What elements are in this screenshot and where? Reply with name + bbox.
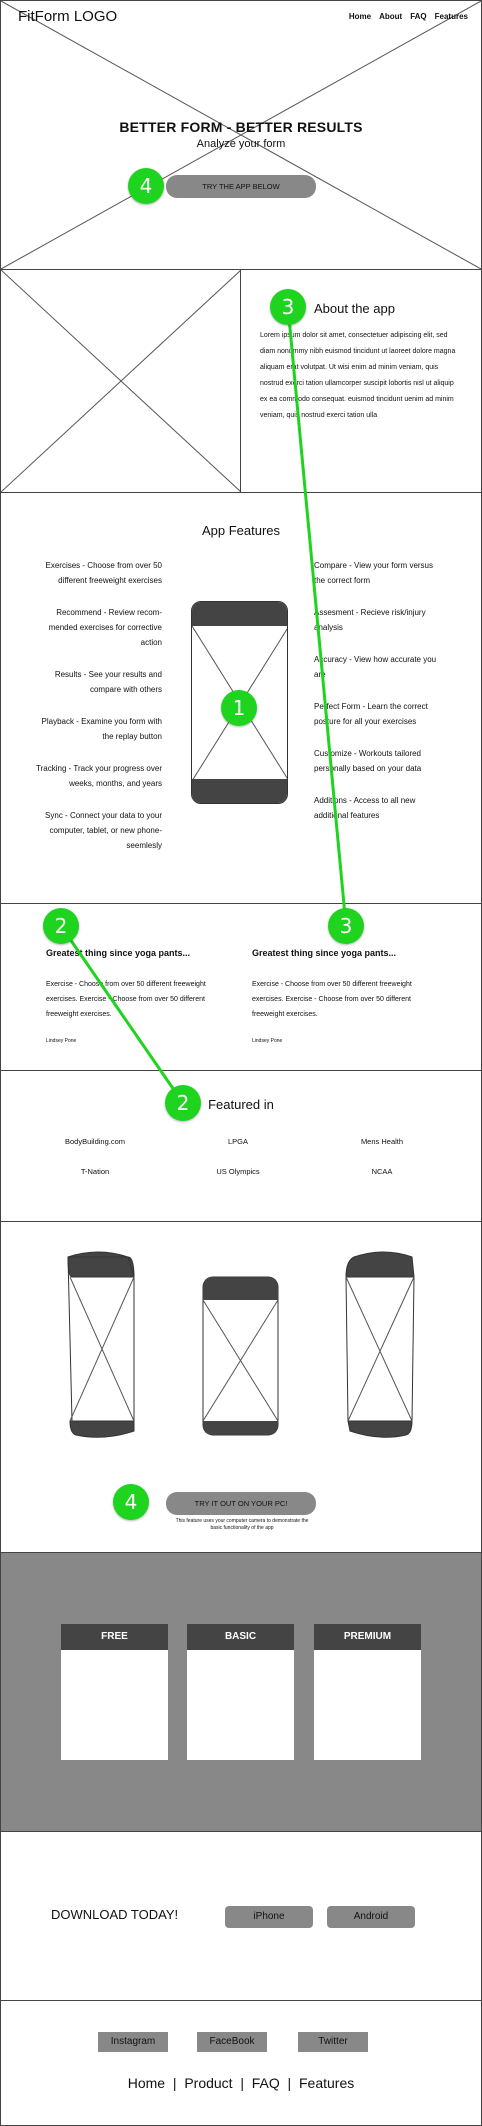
feature-item: Compare - View your form versus the corr… bbox=[314, 561, 433, 585]
plan-card-basic[interactable]: BASIC bbox=[187, 1624, 294, 1760]
footer-nav-home[interactable]: Home bbox=[128, 2075, 165, 2091]
plan-card-premium[interactable]: PREMIUM bbox=[314, 1624, 421, 1760]
pc-feature-note: This feature uses your computer camera t… bbox=[175, 1518, 309, 1531]
brand-bodybuilding: BodyBuilding.com bbox=[64, 1137, 126, 1146]
plan-title: PREMIUM bbox=[314, 1624, 421, 1650]
feature-item: Perfect Form - Learn the correct posture… bbox=[314, 702, 428, 726]
phone-mockups bbox=[67, 1251, 415, 1438]
android-download-button[interactable]: Android bbox=[327, 1906, 415, 1928]
testimonial-author: Lindsey Pone bbox=[46, 1038, 77, 1044]
nav-about[interactable]: About bbox=[379, 12, 402, 21]
nav-features[interactable]: Features bbox=[435, 12, 468, 21]
feature-item: Recommend - Review recom-mended exercise… bbox=[48, 608, 162, 647]
iphone-download-button[interactable]: iPhone bbox=[225, 1906, 313, 1928]
hero-subtitle: Analyze your form bbox=[196, 138, 286, 150]
hero-title: BETTER FORM - BETTER RESULTS bbox=[119, 119, 363, 135]
feature-item: Accuracy - View how accurate you are bbox=[314, 655, 437, 679]
facebook-button[interactable]: FaceBook bbox=[197, 2032, 267, 2052]
plan-title: FREE bbox=[61, 1624, 168, 1650]
annotation-marker: 4 bbox=[113, 1484, 149, 1520]
testimonial-author: Lindsey Pone bbox=[252, 1038, 283, 1044]
download-heading: DOWNLOAD TODAY! bbox=[51, 1907, 179, 1922]
testimonial-body: Exercise - Choose from over 50 different… bbox=[252, 981, 412, 1018]
phone-bottom-bar bbox=[192, 779, 287, 803]
footer-nav-separator: | bbox=[283, 2075, 296, 2091]
featured-section bbox=[0, 1070, 482, 1222]
annotation-marker: 1 bbox=[221, 690, 257, 726]
about-body: Lorem ipsum dolor sit amet, consectetuer… bbox=[260, 332, 456, 419]
annotation-marker: 4 bbox=[128, 168, 164, 204]
plan-card-free[interactable]: FREE bbox=[61, 1624, 168, 1760]
brand-t-nation: T-Nation bbox=[80, 1167, 110, 1176]
testimonial-title: Greatest thing since yoga pants... bbox=[252, 948, 397, 958]
feature-item: Playback - Examine you form with the rep… bbox=[41, 717, 163, 741]
features-left-list: Exercises - Choose from over 50 differen… bbox=[30, 558, 162, 870]
brand-ncaa: NCAA bbox=[371, 1167, 393, 1176]
feature-item: Exercises - Choose from over 50 differen… bbox=[45, 561, 163, 585]
footer-nav-separator: | bbox=[236, 2075, 248, 2091]
annotation-marker: 3 bbox=[270, 289, 306, 325]
phone-mockup-right bbox=[345, 1251, 415, 1438]
feature-item: Assesment - Recieve risk/injury analysis bbox=[314, 608, 426, 632]
instagram-button[interactable]: Instagram bbox=[98, 2032, 168, 2052]
feature-item: Results - See your results and compare w… bbox=[54, 670, 162, 694]
twitter-button[interactable]: Twitter bbox=[298, 2032, 368, 2052]
testimonial-title: Greatest thing since yoga pants... bbox=[46, 948, 191, 958]
featured-title: Featured in bbox=[208, 1097, 274, 1112]
footer-nav-faq[interactable]: FAQ bbox=[252, 2075, 280, 2091]
feature-item: Tracking - Track your progress over week… bbox=[36, 764, 162, 788]
footer-nav-separator: | bbox=[169, 2075, 181, 2091]
annotation-marker: 2 bbox=[43, 908, 79, 944]
phone-mockup-left bbox=[67, 1251, 135, 1438]
footer-nav-product[interactable]: Product bbox=[184, 2075, 232, 2091]
nav-home[interactable]: Home bbox=[349, 12, 371, 21]
phone-mockup-center bbox=[202, 1276, 279, 1436]
footer-nav: Home | Product | FAQ | Features bbox=[0, 2075, 482, 2091]
logo[interactable]: FitForm LOGO bbox=[18, 8, 117, 25]
feature-item: Sync - Connect your data to your compute… bbox=[45, 811, 162, 850]
try-on-pc-button[interactable]: TRY IT OUT ON YOUR PC! bbox=[166, 1492, 316, 1515]
try-app-button[interactable]: TRY THE APP BELOW bbox=[166, 175, 316, 198]
hero-image-placeholder bbox=[1, 1, 481, 269]
plan-title: BASIC bbox=[187, 1624, 294, 1650]
footer-section bbox=[0, 2000, 482, 2126]
testimonial-body: Exercise - Choose from over 50 different… bbox=[46, 981, 206, 1018]
nav-faq[interactable]: FAQ bbox=[410, 12, 426, 21]
hero-section bbox=[0, 0, 482, 270]
annotation-marker: 2 bbox=[165, 1085, 201, 1121]
feature-item: Customize - Workouts tailored personally… bbox=[314, 749, 422, 773]
about-title: About the app bbox=[314, 301, 395, 316]
brand-lpga: LPGA bbox=[227, 1137, 248, 1146]
features-right-list: Compare - View your form versus the corr… bbox=[314, 558, 446, 840]
about-image-placeholder bbox=[1, 270, 241, 492]
annotation-marker: 3 bbox=[328, 908, 364, 944]
top-nav: Home About FAQ Features bbox=[349, 12, 468, 21]
feature-item: Additions - Access to all new additional… bbox=[314, 796, 416, 820]
footer-nav-features[interactable]: Features bbox=[299, 2075, 354, 2091]
features-title: App Features bbox=[201, 523, 281, 538]
brand-us-olympics: US Olympics bbox=[216, 1167, 260, 1176]
brand-mens-health: Mens Health bbox=[360, 1137, 404, 1146]
